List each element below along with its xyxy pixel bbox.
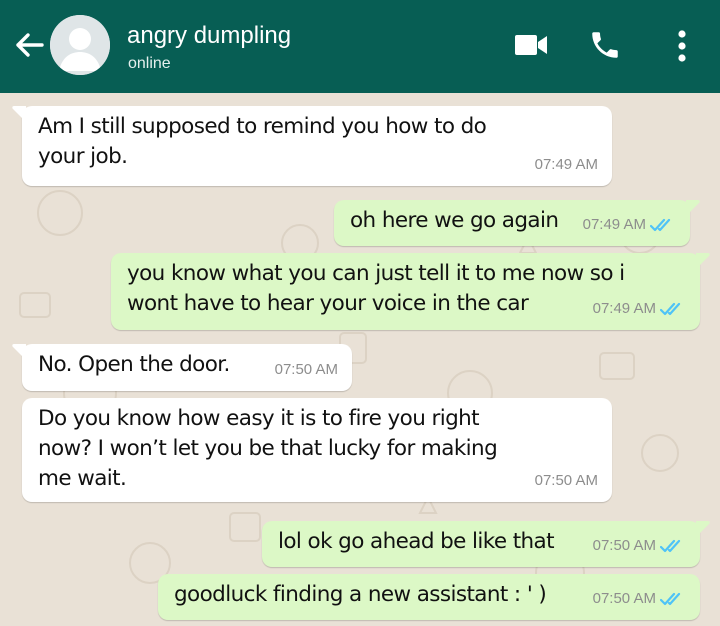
message-meta: 07:50 AM: [535, 466, 598, 496]
avatar[interactable]: [50, 15, 110, 75]
message-meta: 07:50 AM: [593, 531, 686, 561]
message-list[interactable]: Am I still supposed to remind you how to…: [0, 93, 720, 626]
message-bubble-incoming[interactable]: Am I still supposed to remind you how to…: [12, 106, 612, 186]
back-arrow-icon[interactable]: [12, 30, 46, 60]
message-time: 07:50 AM: [592, 590, 656, 607]
message-bubble-outgoing[interactable]: lol ok go ahead be like that 07:50 AM: [262, 521, 710, 567]
message-meta: 07:49 AM: [535, 150, 598, 180]
bubble-tail: [696, 521, 710, 537]
message-text: your job.: [38, 144, 128, 169]
video-call-icon[interactable]: [514, 33, 548, 57]
phone-icon[interactable]: [588, 28, 622, 62]
message-bubble-outgoing[interactable]: goodluck finding a new assistant : ' ) 0…: [158, 574, 700, 620]
message-time: 07:50 AM: [534, 472, 598, 489]
bubble-tail: [696, 253, 710, 269]
message-bubble-incoming[interactable]: Do you know how easy it is to fire you r…: [22, 398, 612, 502]
message-text: Do you know how easy it is to fire you r…: [38, 406, 480, 431]
message-text: me wait.: [38, 466, 127, 491]
message-meta: 07:50 AM: [593, 584, 686, 614]
message-time: 07:49 AM: [534, 156, 598, 173]
read-ticks-icon: [660, 592, 681, 606]
contact-status: online: [128, 55, 171, 72]
more-options-icon[interactable]: [676, 29, 688, 63]
contact-name[interactable]: angry dumpling: [127, 22, 291, 50]
message-text: now? I won’t let you be that lucky for m…: [38, 436, 498, 461]
read-ticks-icon: [650, 218, 671, 232]
chat-header: angry dumpling online: [0, 0, 720, 93]
message-time: 07:50 AM: [592, 537, 656, 554]
message-bubble-incoming[interactable]: No. Open the door. 07:50 AM: [12, 344, 352, 391]
message-text: you know what you can just tell it to me…: [127, 261, 625, 286]
read-ticks-icon: [660, 539, 681, 553]
message-meta: 07:49 AM: [583, 210, 676, 240]
message-bubble-outgoing[interactable]: oh here we go again 07:49 AM: [334, 200, 700, 246]
bubble-tail: [12, 344, 26, 360]
message-text: Am I still supposed to remind you how to…: [38, 114, 487, 139]
message-time: 07:50 AM: [274, 361, 338, 378]
read-ticks-icon: [660, 302, 681, 316]
message-meta: 07:49 AM: [593, 294, 686, 324]
message-time: 07:49 AM: [592, 300, 656, 317]
default-avatar-icon: [50, 15, 110, 75]
message-time: 07:49 AM: [582, 216, 646, 233]
message-meta: 07:50 AM: [275, 355, 338, 385]
bubble-tail: [686, 200, 700, 216]
bubble-tail: [12, 106, 26, 122]
message-bubble-outgoing[interactable]: you know what you can just tell it to me…: [111, 253, 710, 330]
